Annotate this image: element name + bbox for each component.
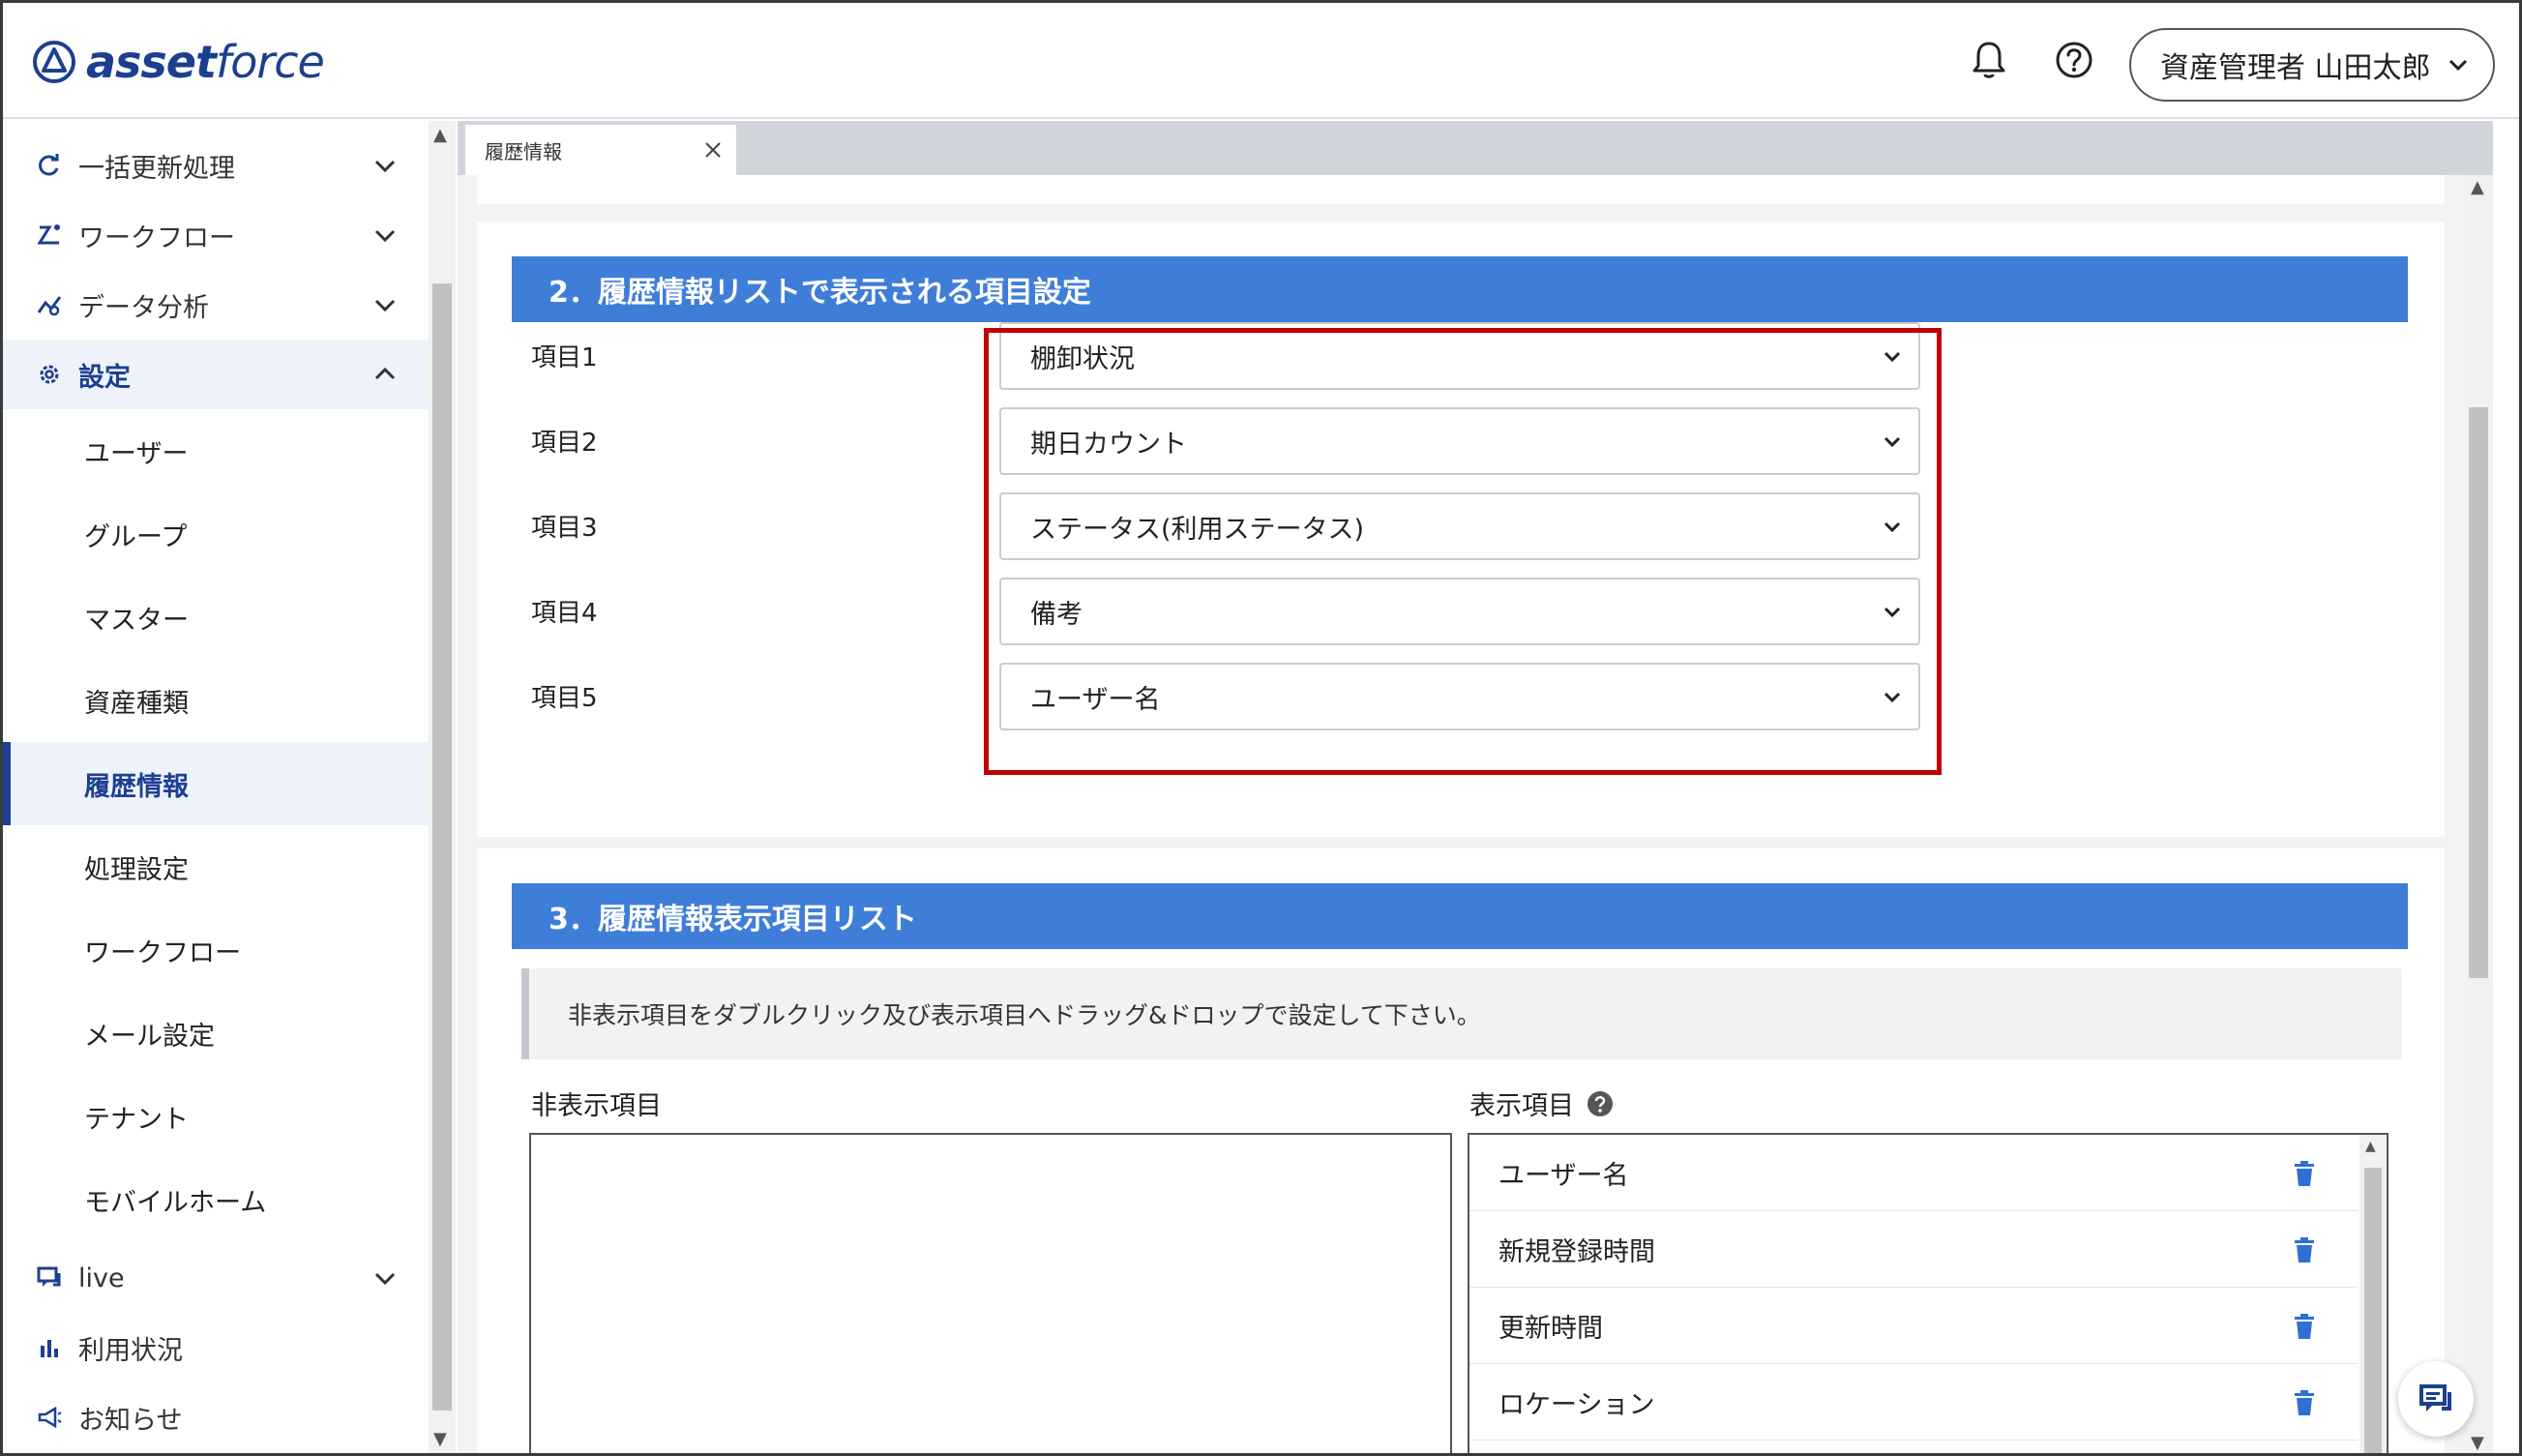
chevron-down-icon xyxy=(374,229,396,243)
user-menu-button[interactable]: 資産管理者 山田太郎 xyxy=(2129,28,2495,102)
shown-items-label: 表示項目 xyxy=(1469,1091,1574,1121)
section3-title: 3．履歴情報表示項目リスト xyxy=(512,883,2408,949)
sidebar-item-workflow[interactable]: ワークフロー xyxy=(3,200,429,270)
app-window: assetforce 資産管理者 山田太郎 一括更新処理 ワークフロー データ分… xyxy=(0,0,2522,1456)
trash-icon[interactable] xyxy=(2292,1236,2317,1263)
chat-icon xyxy=(37,1266,61,1287)
help-icon[interactable] xyxy=(2052,38,2096,82)
sidebar: 一括更新処理 ワークフロー データ分析 設定 ユーザー グループ マスター 資産… xyxy=(3,121,429,1453)
sidebar-subitem-asset-types[interactable]: 資産種類 xyxy=(3,659,429,742)
chat-icon xyxy=(2419,1384,2451,1411)
chevron-down-icon xyxy=(374,299,396,312)
panel-section1-tail xyxy=(477,175,2445,204)
sidebar-item-live[interactable]: live xyxy=(3,1243,429,1313)
sidebar-item-bulk-update[interactable]: 一括更新処理 xyxy=(3,131,429,200)
shown-item-row[interactable]: ロケーション xyxy=(1469,1364,2358,1441)
main-scrollbar[interactable]: ▲ ▼ xyxy=(2464,175,2493,1453)
scroll-down-arrow-icon[interactable]: ▼ xyxy=(433,1429,447,1449)
sidebar-subitem-workflow[interactable]: ワークフロー xyxy=(3,908,429,992)
sidebar-subitem-tenant[interactable]: テナント xyxy=(3,1075,429,1158)
sidebar-subitem-master[interactable]: マスター xyxy=(3,576,429,659)
sidebar-item-settings[interactable]: 設定 xyxy=(3,340,429,409)
main-content: 履歴情報 2．履歴情報リストで表示される項目設定 項目1 棚卸状況 項目2 期日… xyxy=(458,121,2493,1453)
workflow-icon xyxy=(37,224,60,245)
sidebar-subitem-mobile-home[interactable]: モバイルホーム xyxy=(3,1158,429,1241)
info-message: 非表示項目をダブルクリック及び表示項目へドラッグ&ドロップで設定して下さい。 xyxy=(521,968,2402,1059)
analytics-icon xyxy=(37,296,62,316)
sidebar-scroll-thumb[interactable] xyxy=(432,283,452,1411)
scroll-up-arrow-icon[interactable]: ▲ xyxy=(2365,1139,2376,1154)
chat-support-button[interactable] xyxy=(2398,1361,2474,1437)
shown-list-scrollbar[interactable]: ▲ xyxy=(2359,1135,2387,1453)
sidebar-subitem-processing[interactable]: 処理設定 xyxy=(3,825,429,908)
item5-label: 項目5 xyxy=(531,684,598,713)
scroll-up-arrow-icon[interactable]: ▲ xyxy=(433,125,447,145)
item2-label: 項目2 xyxy=(531,429,598,458)
help-circle-icon[interactable] xyxy=(1586,1089,1615,1118)
item3-label: 項目3 xyxy=(531,514,598,543)
chevron-down-icon xyxy=(2448,59,2467,72)
sidebar-subitem-history[interactable]: 履歴情報 xyxy=(3,742,429,825)
hidden-items-label: 非表示項目 xyxy=(531,1091,662,1121)
trash-icon[interactable] xyxy=(2292,1389,2317,1416)
megaphone-icon xyxy=(38,1406,62,1429)
logo-text: assetforce xyxy=(86,36,325,88)
shown-item-row[interactable]: ユーザー名 xyxy=(1469,1135,2358,1211)
section2-title: 2．履歴情報リストで表示される項目設定 xyxy=(512,256,2408,322)
item1-label: 項目1 xyxy=(531,343,598,372)
bar-chart-icon xyxy=(41,1340,58,1357)
shown-item-row[interactable]: 新規登録時間 xyxy=(1469,1211,2358,1288)
top-header: assetforce 資産管理者 山田太郎 xyxy=(3,3,2519,119)
sidebar-scrollbar[interactable]: ▲ ▼ xyxy=(429,121,456,1453)
user-name: 資産管理者 山田太郎 xyxy=(2160,51,2431,85)
highlight-box xyxy=(984,328,1942,775)
gear-icon xyxy=(40,365,59,384)
main-scroll-thumb[interactable] xyxy=(2469,407,2488,978)
tab-history[interactable]: 履歴情報 xyxy=(465,125,736,175)
logo-mark-icon xyxy=(33,41,75,83)
hidden-items-list[interactable] xyxy=(529,1133,1452,1453)
close-icon[interactable] xyxy=(701,138,725,162)
item4-label: 項目4 xyxy=(531,599,598,628)
bell-icon[interactable] xyxy=(1967,38,2011,82)
panel-section3: 3．履歴情報表示項目リスト 非表示項目をダブルクリック及び表示項目へドラッグ&ド… xyxy=(477,848,2445,1453)
tab-bar: 履歴情報 xyxy=(458,121,2493,175)
scroll-down-arrow-icon[interactable]: ▼ xyxy=(2471,1433,2484,1453)
chevron-down-icon xyxy=(374,160,396,173)
shown-items-list[interactable]: ユーザー名 新規登録時間 更新時間 ロケーション ▲ xyxy=(1468,1133,2388,1453)
chevron-up-icon xyxy=(374,367,396,380)
scroll-up-arrow-icon[interactable]: ▲ xyxy=(2471,177,2484,197)
shown-item-row[interactable]: 更新時間 xyxy=(1469,1288,2358,1364)
trash-icon[interactable] xyxy=(2292,1313,2317,1340)
sidebar-subitem-groups[interactable]: グループ xyxy=(3,492,429,576)
shown-items-header: 表示項目 xyxy=(1469,1085,1615,1122)
app-logo[interactable]: assetforce xyxy=(32,36,325,88)
sidebar-item-notices[interactable]: お知らせ xyxy=(3,1382,429,1452)
trash-icon[interactable] xyxy=(2292,1160,2317,1187)
sidebar-item-usage[interactable]: 利用状況 xyxy=(3,1313,429,1382)
sidebar-item-data-analysis[interactable]: データ分析 xyxy=(3,270,429,340)
sidebar-subitem-mail[interactable]: メール設定 xyxy=(3,992,429,1075)
shown-list-scroll-thumb[interactable] xyxy=(2364,1168,2382,1453)
refresh-icon xyxy=(39,154,59,176)
chevron-down-icon xyxy=(374,1272,396,1286)
sidebar-subitem-users[interactable]: ユーザー xyxy=(3,409,429,492)
